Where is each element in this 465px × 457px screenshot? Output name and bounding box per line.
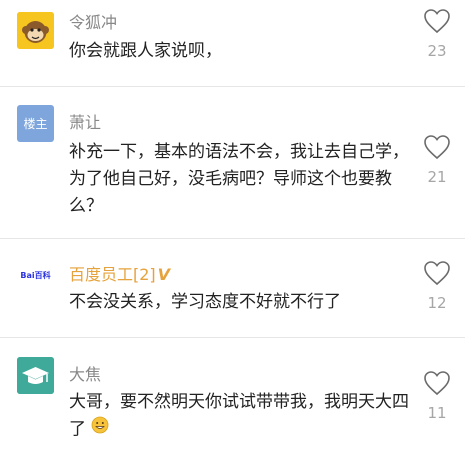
heart-icon <box>424 9 450 34</box>
comment-text: 补充一下，基本的语法不会，我让去自己学，为了他自己好，没毛病吧？导师这个也要教么… <box>69 142 409 216</box>
comment-text: 你会就跟人家说呗， <box>69 41 222 61</box>
comment-item: 楼主 萧让 补充一下，基本的语法不会，我让去自己学，为了他自己好，没毛病吧？导师… <box>0 87 465 239</box>
avatar-label: 楼主 <box>23 117 48 131</box>
like-button[interactable]: 21 <box>420 134 454 186</box>
graduation-cap-icon <box>17 357 54 394</box>
monkey-avatar-icon <box>17 12 54 49</box>
username[interactable]: 萧让 <box>69 109 101 133</box>
comment-text: 大哥，要不然明天你试试带带我，我明天大四了 <box>69 389 414 444</box>
username-text: 百度员工[2] <box>69 265 156 284</box>
like-count: 12 <box>427 294 447 312</box>
avatar[interactable] <box>17 12 54 49</box>
comment-text: 不会没关系，学习态度不好就不行了 <box>69 292 341 312</box>
like-count: 11 <box>427 404 447 422</box>
comment-item: 令狐冲 你会就跟人家说呗， 23 <box>0 0 465 87</box>
baidu-logo: Bai百科 <box>20 271 51 280</box>
comment-item: Bai百科 百度员工[2] V 不会没关系，学习态度不好就不行了 12 <box>0 239 465 338</box>
avatar[interactable] <box>17 357 54 394</box>
username[interactable]: 令狐冲 <box>69 9 117 33</box>
grin-emoji-icon <box>91 416 109 443</box>
like-count: 23 <box>427 42 447 60</box>
avatar[interactable]: 楼主 <box>17 105 54 142</box>
like-button[interactable]: 23 <box>420 8 454 60</box>
comment-text-content: 大哥，要不然明天你试试带带我，我明天大四了 <box>69 392 409 440</box>
comment-item: 大焦 大哥，要不然明天你试试带带我，我明天大四了 11 <box>0 338 465 457</box>
like-button[interactable]: 12 <box>420 260 454 312</box>
avatar[interactable]: Bai百科 <box>17 257 54 294</box>
verified-badge: V <box>157 265 171 284</box>
heart-icon <box>424 261 450 286</box>
like-button[interactable]: 11 <box>420 370 454 422</box>
username[interactable]: 大焦 <box>69 361 101 385</box>
username[interactable]: 百度员工[2] V <box>69 261 170 285</box>
heart-icon <box>424 135 450 160</box>
like-count: 21 <box>427 168 447 186</box>
heart-icon <box>424 371 450 396</box>
